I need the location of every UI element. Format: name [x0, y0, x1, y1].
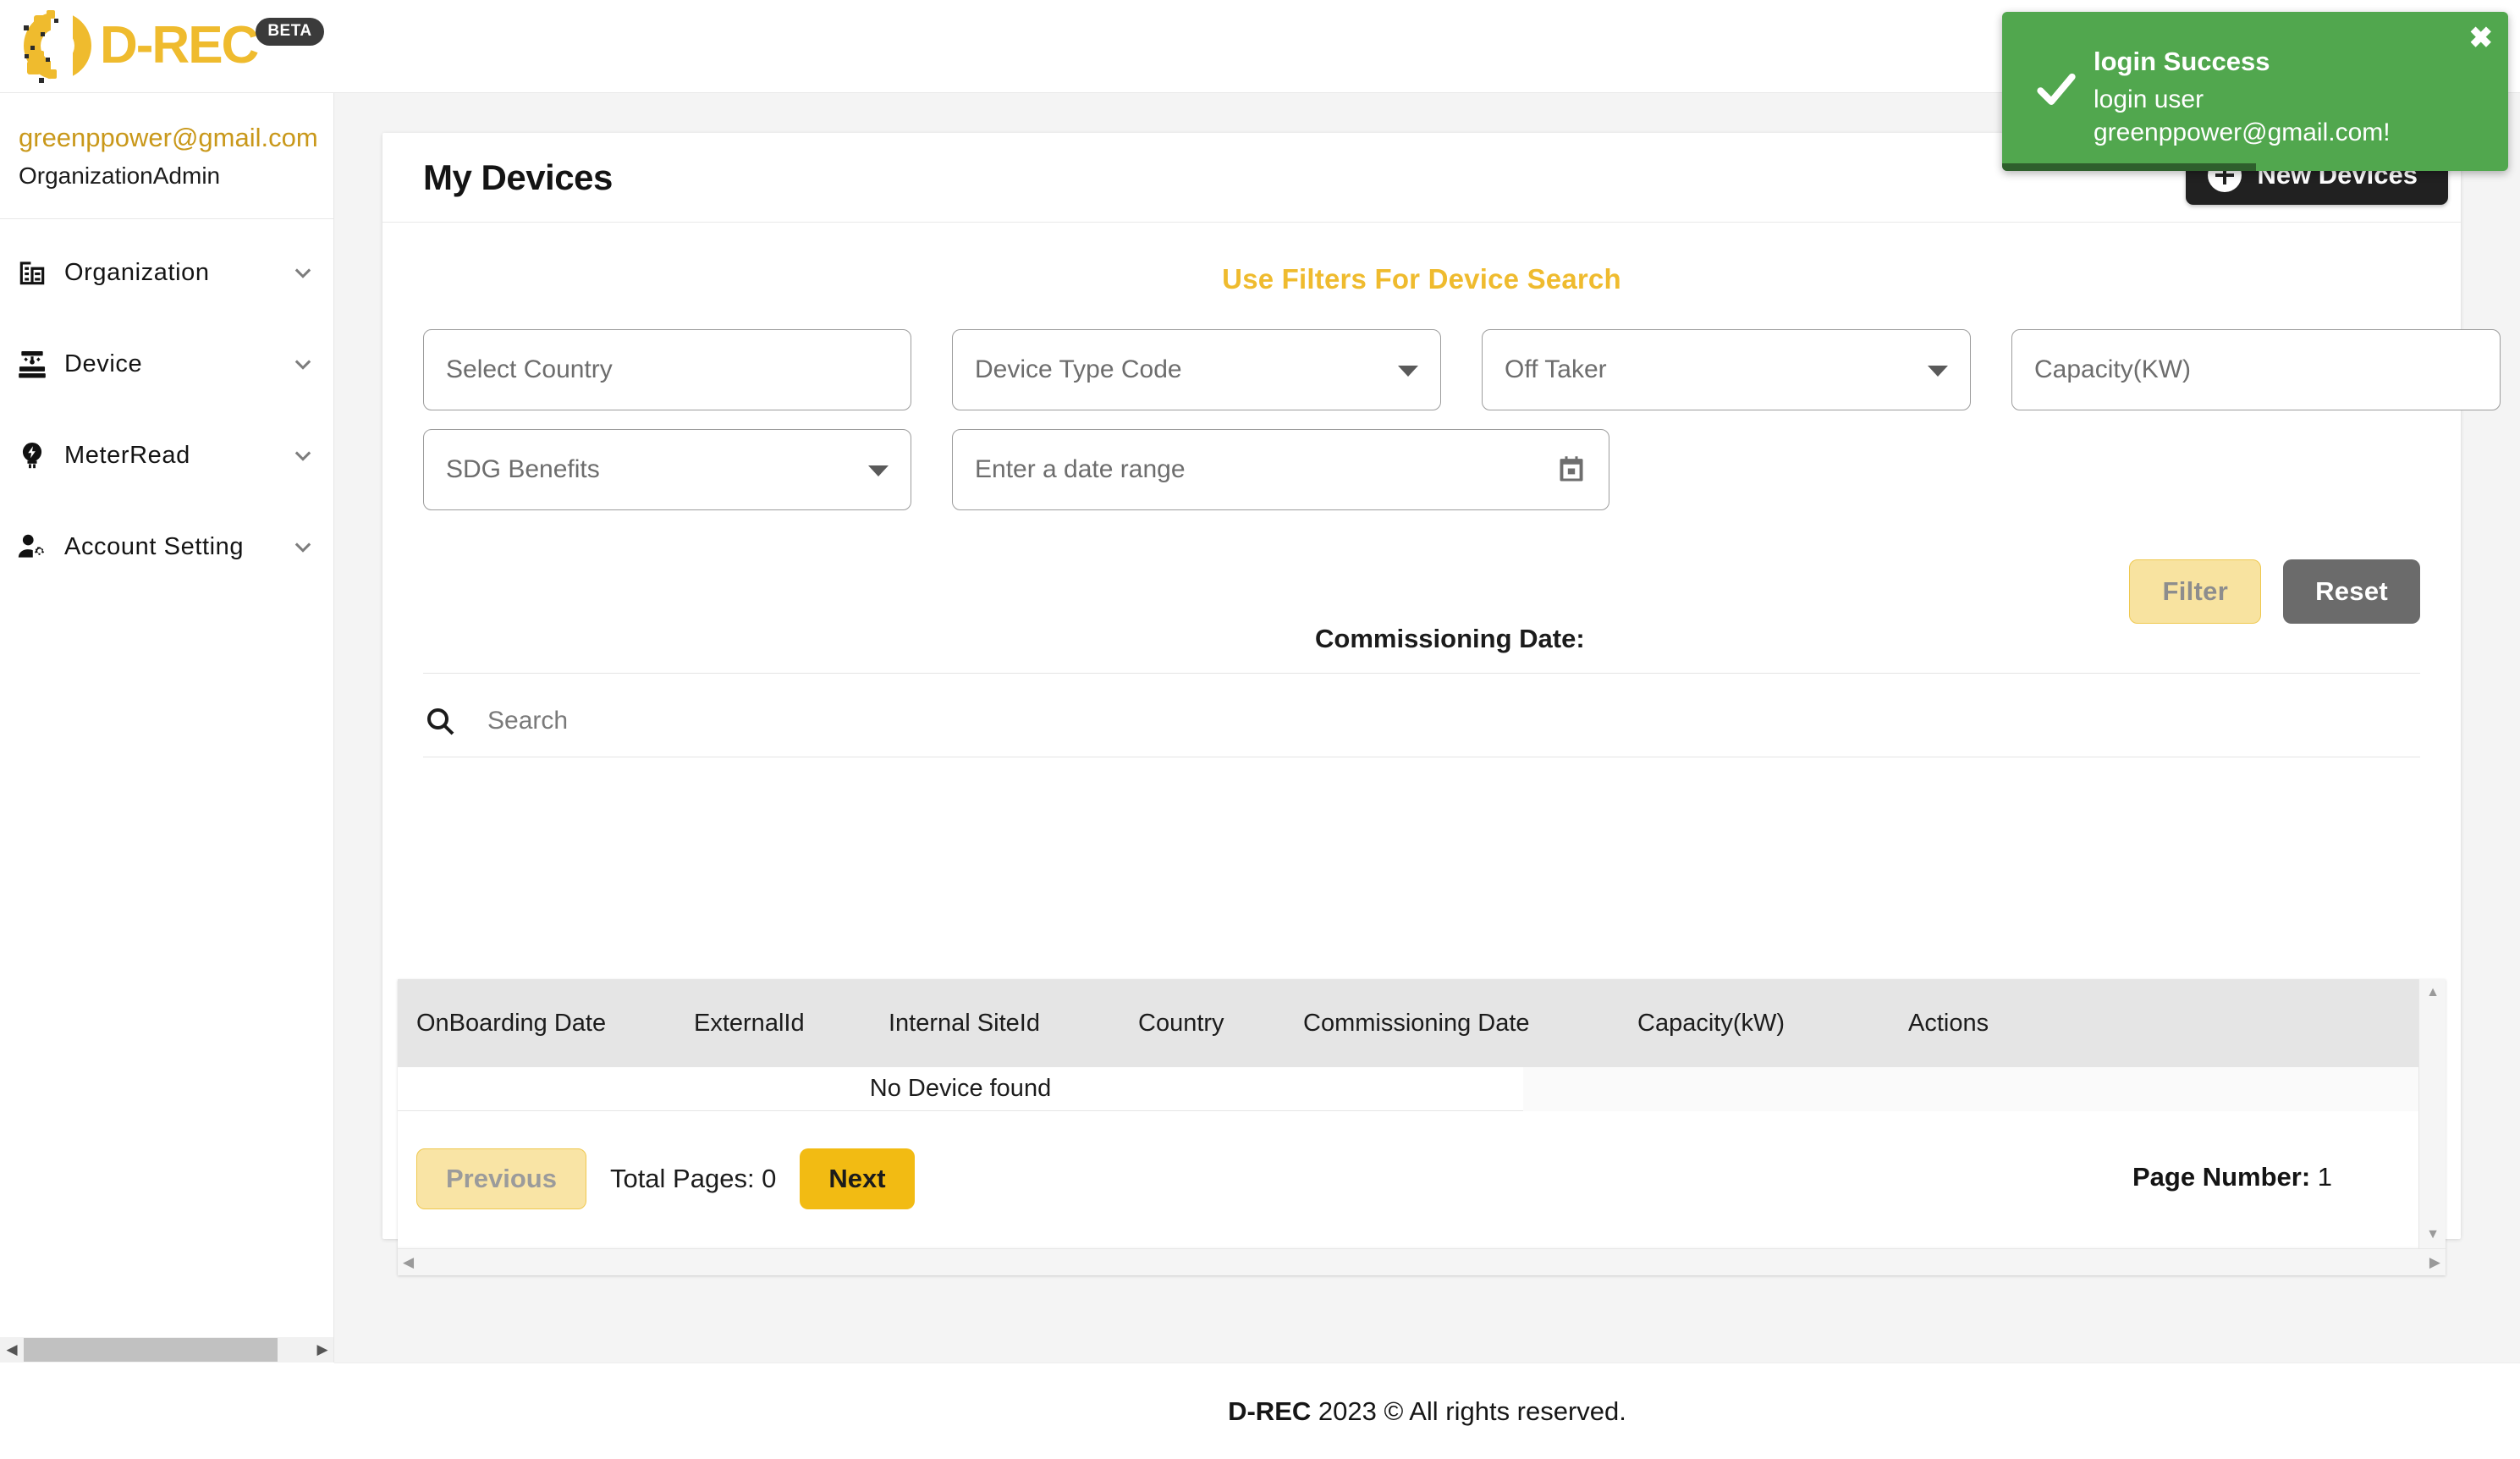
- date-range-field[interactable]: Enter a date range: [952, 429, 1609, 510]
- sidebar-nav: Organization Device MeterRead Account Se…: [0, 219, 333, 575]
- total-pages-label: Total Pages: 0: [609, 1164, 777, 1193]
- chevron-down-icon[interactable]: [291, 352, 315, 376]
- page-footer: D-REC 2023 © All rights reserved.: [334, 1363, 2520, 1459]
- scroll-left-icon[interactable]: ◀: [0, 1337, 24, 1363]
- sidebar-item-label: Account Setting: [64, 532, 245, 560]
- search-icon[interactable]: [423, 704, 457, 738]
- calendar-icon[interactable]: [1556, 454, 1587, 485]
- off-taker-placeholder: Off Taker: [1505, 355, 1607, 383]
- account-setting-icon: [15, 530, 49, 564]
- column-header-capacity[interactable]: Capacity(kW): [1637, 1010, 1908, 1038]
- column-header-country[interactable]: Country: [1138, 1010, 1303, 1038]
- scroll-down-icon[interactable]: ▼: [2419, 1221, 2446, 1248]
- scrollbar-thumb[interactable]: [24, 1338, 278, 1362]
- reset-button[interactable]: Reset: [2283, 559, 2420, 624]
- toast-message: login user greenppower@gmail.com!: [2094, 85, 2391, 146]
- sidebar-user-role: OrganizationAdmin: [19, 162, 221, 190]
- table-empty-message: No Device found: [398, 1067, 1523, 1111]
- filter-actions: Filter Reset: [382, 559, 2461, 624]
- country-placeholder: Select Country: [446, 355, 613, 383]
- sidebar-item-meterread[interactable]: MeterRead: [0, 427, 333, 483]
- sidebar-item-organization[interactable]: Organization: [0, 245, 333, 300]
- table-vertical-scrollbar[interactable]: ▲ ▼: [2418, 979, 2446, 1248]
- scroll-right-icon[interactable]: ▶: [2429, 1254, 2440, 1271]
- page-number-value: 1: [2317, 1162, 2333, 1192]
- column-header-internal-site-id[interactable]: Internal SiteId: [889, 1010, 1138, 1038]
- chevron-down-icon: [1928, 366, 1948, 377]
- search-row: [423, 674, 2420, 757]
- column-header-onboarding-date[interactable]: OnBoarding Date: [398, 1010, 694, 1038]
- page-title: My Devices: [423, 157, 613, 197]
- toast-progress-bar: [2002, 163, 2256, 171]
- table-header-row: OnBoarding Date ExternalId Internal Site…: [398, 979, 2418, 1067]
- sidebar-user-block: greenppower@gmail.com OrganizationAdmin: [0, 93, 333, 220]
- page-number: Page Number: 1: [2132, 1162, 2332, 1192]
- scroll-up-icon[interactable]: ▲: [2419, 979, 2446, 1006]
- sidebar-user-email: greenppower@gmail.com: [19, 124, 318, 152]
- chevron-down-icon[interactable]: [291, 261, 315, 284]
- column-header-commissioning-date[interactable]: Commissioning Date: [1303, 1010, 1637, 1038]
- scroll-right-icon[interactable]: ▶: [311, 1337, 333, 1363]
- column-header-external-id[interactable]: ExternalId: [694, 1010, 889, 1038]
- footer-text: D-REC 2023 © All rights reserved.: [1228, 1396, 1626, 1427]
- scroll-left-icon[interactable]: ◀: [403, 1254, 414, 1271]
- country-field[interactable]: Select Country: [423, 329, 911, 410]
- off-taker-select[interactable]: Off Taker: [1482, 329, 1971, 410]
- sidebar-item-label: Organization: [64, 258, 210, 286]
- filter-row-1: Select Country Device Type Code Off Take…: [382, 329, 2501, 410]
- device-type-select[interactable]: Device Type Code: [952, 329, 1441, 410]
- login-success-toast: login Success login user greenppower@gma…: [2002, 12, 2508, 171]
- next-page-button[interactable]: Next: [800, 1148, 915, 1209]
- sidebar-item-label: MeterRead: [64, 441, 190, 469]
- footer-copy: 2023 © All rights reserved.: [1311, 1396, 1626, 1426]
- chevron-down-icon: [1398, 366, 1418, 377]
- brand-name: D-REC: [100, 16, 259, 74]
- chevron-down-icon[interactable]: [291, 535, 315, 559]
- check-icon: [2037, 73, 2076, 105]
- close-icon[interactable]: ✖: [2469, 24, 2494, 52]
- sidebar-item-device[interactable]: Device: [0, 336, 333, 392]
- date-range-placeholder: Enter a date range: [975, 455, 1186, 483]
- devices-table: OnBoarding Date ExternalId Internal Site…: [398, 979, 2446, 1275]
- filter-button[interactable]: Filter: [2129, 559, 2262, 624]
- organization-icon: [15, 256, 49, 289]
- toast-body: login Success login user greenppower@gma…: [2094, 46, 2449, 149]
- page-number-label: Page Number:: [2132, 1162, 2311, 1192]
- sdg-placeholder: SDG Benefits: [446, 455, 600, 483]
- sidebar: greenppower@gmail.com OrganizationAdmin …: [0, 93, 334, 1363]
- column-header-actions[interactable]: Actions: [1908, 1010, 2077, 1038]
- filter-row-2: SDG Benefits Enter a date range: [382, 429, 2461, 510]
- sdg-benefits-select[interactable]: SDG Benefits: [423, 429, 911, 510]
- commissioning-date-label: Commissioning Date:: [1315, 624, 1585, 653]
- meter-icon: [15, 438, 49, 472]
- sidebar-horizontal-scrollbar[interactable]: ◀ ▶: [0, 1337, 333, 1363]
- table-horizontal-scrollbar[interactable]: ◀ ▶: [398, 1248, 2446, 1275]
- brand-logo[interactable]: D-REC BETA: [20, 7, 324, 85]
- filters-heading: Use Filters For Device Search: [1222, 263, 1621, 295]
- chevron-down-icon[interactable]: [291, 443, 315, 467]
- sidebar-item-label: Device: [64, 350, 143, 377]
- table-pagination: Previous Total Pages: 0 Next Page Number…: [398, 1111, 2418, 1247]
- device-icon: [15, 347, 49, 381]
- search-input[interactable]: [487, 707, 2420, 735]
- chevron-down-icon: [868, 465, 889, 476]
- beta-badge: BETA: [256, 17, 324, 46]
- capacity-field[interactable]: Capacity(KW): [2011, 329, 2501, 410]
- sidebar-item-account-setting[interactable]: Account Setting: [0, 519, 333, 575]
- toast-title: login Success: [2094, 47, 2270, 76]
- capacity-placeholder: Capacity(KW): [2034, 355, 2192, 383]
- previous-page-button[interactable]: Previous: [416, 1148, 586, 1209]
- drec-logo-icon: [24, 8, 91, 83]
- footer-brand: D-REC: [1228, 1396, 1312, 1426]
- device-type-placeholder: Device Type Code: [975, 355, 1182, 383]
- devices-card: My Devices New Devices Use Filters For D…: [382, 133, 2501, 1275]
